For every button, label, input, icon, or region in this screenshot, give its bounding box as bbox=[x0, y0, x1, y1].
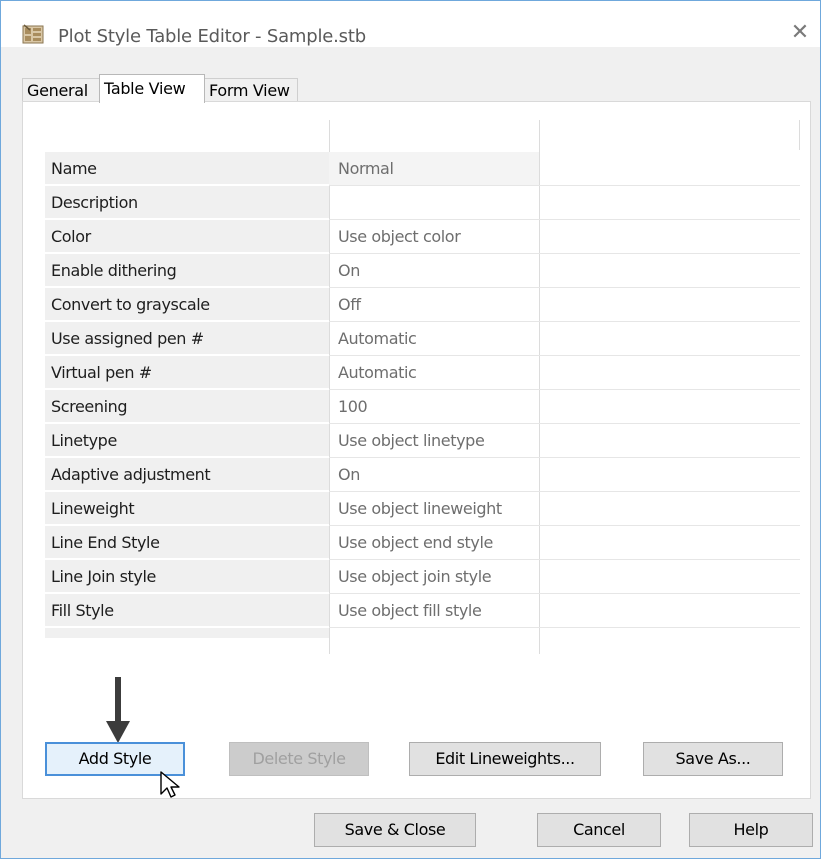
property-name: Use assigned pen # bbox=[45, 322, 329, 355]
table-view-panel: Name Normal Description Color Use object… bbox=[22, 101, 811, 799]
property-name: Adaptive adjustment bbox=[45, 458, 329, 491]
tab-general[interactable]: General bbox=[22, 78, 100, 102]
empty-cell bbox=[539, 594, 800, 628]
cancel-button[interactable]: Cancel bbox=[537, 813, 661, 847]
property-value[interactable]: On bbox=[329, 254, 539, 288]
property-value[interactable]: Use object fill style bbox=[329, 594, 539, 628]
table-row[interactable]: Use assigned pen # Automatic bbox=[45, 322, 800, 356]
tab-label: Form View bbox=[209, 81, 290, 100]
property-value[interactable]: Use object end style bbox=[329, 526, 539, 560]
property-name: Name bbox=[45, 152, 329, 185]
property-value[interactable]: 100 bbox=[329, 390, 539, 424]
property-value[interactable] bbox=[329, 186, 539, 220]
empty-cell bbox=[539, 390, 800, 424]
property-name: Line Join style bbox=[45, 560, 329, 593]
close-icon: ✕ bbox=[790, 20, 810, 45]
table-row[interactable]: Lineweight Use object lineweight bbox=[45, 492, 800, 526]
table-row[interactable]: Color Use object color bbox=[45, 220, 800, 254]
mouse-pointer-icon bbox=[160, 771, 180, 798]
table-row[interactable]: Name Normal bbox=[45, 152, 800, 186]
property-name: Line End Style bbox=[45, 526, 329, 559]
empty-cell bbox=[539, 356, 800, 390]
empty-cell bbox=[539, 560, 800, 594]
property-name: Lineweight bbox=[45, 492, 329, 525]
property-name: Fill Style bbox=[45, 594, 329, 627]
table-row[interactable]: Adaptive adjustment On bbox=[45, 458, 800, 492]
property-value[interactable]: Use object join style bbox=[329, 560, 539, 594]
property-value[interactable]: Use object linetype bbox=[329, 424, 539, 458]
property-value[interactable]: Automatic bbox=[329, 356, 539, 390]
table-row[interactable]: Convert to grayscale Off bbox=[45, 288, 800, 322]
property-name: Virtual pen # bbox=[45, 356, 329, 389]
property-name: Linetype bbox=[45, 424, 329, 457]
close-button[interactable]: ✕ bbox=[780, 17, 820, 49]
arrow-down-icon bbox=[106, 677, 130, 743]
empty-cell bbox=[539, 526, 800, 560]
empty-cell bbox=[539, 152, 800, 186]
window-title: Plot Style Table Editor - Sample.stb bbox=[58, 26, 366, 47]
help-button[interactable]: Help bbox=[689, 813, 813, 847]
edit-lineweights-button[interactable]: Edit Lineweights... bbox=[409, 742, 601, 776]
tab-label: Table View bbox=[104, 79, 186, 98]
empty-cell bbox=[539, 322, 800, 356]
table-row[interactable]: Line Join style Use object join style bbox=[45, 560, 800, 594]
property-value[interactable]: Automatic bbox=[329, 322, 539, 356]
grid-divider bbox=[799, 120, 800, 150]
plot-style-table-editor-window: Plot Style Table Editor - Sample.stb ✕ G… bbox=[0, 0, 821, 859]
title-bar[interactable]: Plot Style Table Editor - Sample.stb ✕ bbox=[1, 1, 820, 47]
tab-form-view[interactable]: Form View bbox=[204, 78, 298, 102]
tab-label: General bbox=[27, 81, 88, 100]
tab-table-view[interactable]: Table View bbox=[99, 74, 205, 103]
property-name: Screening bbox=[45, 390, 329, 423]
table-row[interactable]: Line End Style Use object end style bbox=[45, 526, 800, 560]
property-name: Enable dithering bbox=[45, 254, 329, 287]
table-row-tail bbox=[45, 628, 329, 638]
save-as-button[interactable]: Save As... bbox=[643, 742, 783, 776]
table-row[interactable]: Fill Style Use object fill style bbox=[45, 594, 800, 628]
table-row[interactable]: Description bbox=[45, 186, 800, 220]
delete-style-button: Delete Style bbox=[229, 742, 369, 776]
property-name: Color bbox=[45, 220, 329, 253]
property-value[interactable]: Use object lineweight bbox=[329, 492, 539, 526]
property-value[interactable]: Normal bbox=[329, 152, 539, 186]
property-name: Description bbox=[45, 186, 329, 219]
empty-cell bbox=[539, 492, 800, 526]
property-value[interactable]: Use object color bbox=[329, 220, 539, 254]
property-value[interactable]: On bbox=[329, 458, 539, 492]
table-row[interactable]: Screening 100 bbox=[45, 390, 800, 424]
empty-cell bbox=[539, 458, 800, 492]
empty-cell bbox=[539, 186, 800, 220]
table-row[interactable]: Enable dithering On bbox=[45, 254, 800, 288]
empty-cell bbox=[539, 288, 800, 322]
table-row[interactable]: Linetype Use object linetype bbox=[45, 424, 800, 458]
property-value[interactable]: Off bbox=[329, 288, 539, 322]
empty-cell bbox=[539, 254, 800, 288]
property-table: Name Normal Description Color Use object… bbox=[45, 152, 800, 628]
property-name: Convert to grayscale bbox=[45, 288, 329, 321]
save-close-button[interactable]: Save & Close bbox=[314, 813, 476, 847]
table-row[interactable]: Virtual pen # Automatic bbox=[45, 356, 800, 390]
empty-cell bbox=[539, 220, 800, 254]
empty-cell bbox=[539, 424, 800, 458]
plot-style-table-icon bbox=[22, 24, 44, 44]
